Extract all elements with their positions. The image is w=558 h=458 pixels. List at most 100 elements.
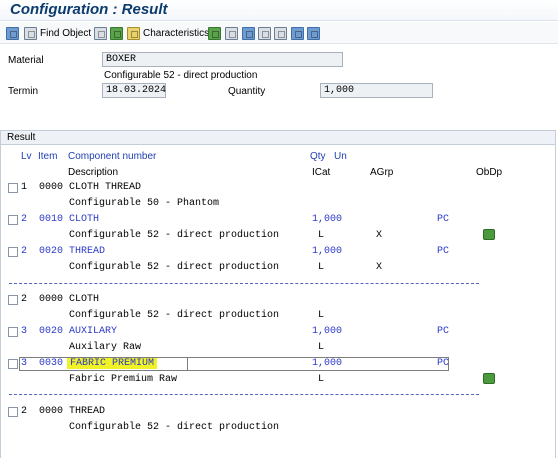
cursor-divider [187, 357, 188, 371]
row-checkbox[interactable] [8, 215, 18, 225]
object-dependency-icon[interactable] [483, 229, 495, 240]
row-icat: L [318, 374, 325, 385]
row-item: 0030 [39, 358, 64, 369]
row-component[interactable]: CLOTH [69, 294, 99, 305]
copy-icon-glyph [258, 26, 271, 40]
row-icat: L [318, 262, 325, 273]
filter-icon[interactable] [291, 25, 304, 41]
settings-icon[interactable] [274, 25, 287, 41]
row-description: Auxilary Raw [69, 342, 142, 353]
row-icat: L [318, 230, 325, 241]
row-agrp: X [376, 262, 383, 273]
row-component[interactable]: AUXILARY [69, 326, 117, 337]
document-icon-glyph [225, 26, 238, 40]
refresh-icon-glyph [208, 26, 221, 40]
row-qty: 1,000 [312, 358, 343, 369]
row-agrp: X [376, 230, 383, 241]
row-qty: 1,000 [312, 214, 343, 225]
row-qty: 1,000 [312, 246, 343, 257]
row-item: 0000 [39, 294, 64, 305]
expand-icon[interactable] [110, 25, 123, 41]
row-qty: 1,000 [312, 326, 343, 337]
material-label: Material [8, 55, 44, 66]
col-component: Component number [68, 151, 157, 162]
row-description: Configurable 52 - direct production [69, 262, 280, 273]
row-item: 0000 [39, 182, 64, 193]
tools-icon[interactable] [307, 25, 320, 41]
row-lv: 2 [21, 214, 28, 225]
row-lv: 2 [21, 406, 28, 417]
row-component[interactable]: FABRIC PREMIUM [67, 358, 158, 369]
object-dependency-icon[interactable] [483, 373, 495, 384]
termin-field[interactable]: 18.03.2024 [102, 83, 166, 98]
row-component[interactable]: THREAD [69, 406, 105, 417]
row-description: Configurable 52 - direct production [69, 310, 280, 321]
funnel-icon [291, 26, 304, 40]
row-checkbox[interactable] [8, 183, 18, 193]
row-unit: PC [437, 326, 450, 337]
gear-icon [274, 26, 287, 40]
row-description: Configurable 52 - direct production [69, 230, 280, 241]
find-object-label: Find Object [40, 27, 92, 39]
structure-icon[interactable] [6, 25, 19, 41]
col-description: Description [68, 167, 119, 178]
row-unit: PC [437, 214, 450, 225]
row-checkbox[interactable] [8, 247, 18, 257]
wrench-icon [307, 26, 320, 40]
col-agrp: AGrp [370, 167, 394, 178]
info-icon[interactable] [242, 25, 255, 41]
quantity-field[interactable]: 1,000 [320, 83, 433, 98]
pencil-icon [127, 26, 140, 40]
grid-icon [94, 26, 107, 40]
row-unit: PC [437, 358, 450, 369]
row-lv: 2 [21, 294, 28, 305]
row-lv: 3 [21, 326, 28, 337]
row-component[interactable]: CLOTH THREAD [69, 182, 141, 193]
result-section-label: Result [1, 131, 555, 145]
refresh-icon[interactable] [208, 25, 221, 41]
row-item: 0000 [39, 406, 64, 417]
characteristics-label: Characteristics [143, 27, 210, 39]
termin-label: Termin [8, 86, 39, 97]
quantity-label: Quantity [228, 86, 266, 97]
col-lv: Lv [21, 151, 32, 162]
row-lv: 1 [21, 182, 28, 193]
col-item: Item [38, 151, 58, 162]
row-description: Configurable 50 - Phantom [69, 198, 220, 209]
row-unit: PC [437, 246, 450, 257]
row-icat: L [318, 342, 325, 353]
binoculars-icon [24, 26, 37, 40]
row-item: 0020 [39, 246, 64, 257]
material-description: Configurable 52 - direct production [104, 70, 258, 81]
col-un: Un [334, 151, 347, 162]
result-panel: Result Lv Item Component number Qty Un D… [0, 130, 556, 458]
material-field[interactable]: BOXER [102, 52, 343, 67]
col-icat: ICat [312, 167, 331, 178]
row-checkbox[interactable] [8, 327, 18, 337]
row-item: 0010 [39, 214, 64, 225]
separator-line [9, 394, 479, 395]
row-lv: 2 [21, 246, 28, 257]
row-component[interactable]: CLOTH [69, 214, 99, 225]
row-checkbox[interactable] [8, 407, 18, 417]
row-component[interactable]: THREAD [69, 246, 105, 257]
find-object-button[interactable]: Find Object [24, 25, 91, 41]
window-title: Configuration : Result [10, 1, 168, 18]
info-icon-glyph [242, 26, 255, 40]
copy-icon[interactable] [258, 25, 271, 41]
row-description: Configurable 52 - direct production [69, 422, 280, 433]
select-all-icon[interactable] [94, 25, 107, 41]
document-icon[interactable] [225, 25, 238, 41]
application-toolbar: Find Object Characteristics [0, 22, 558, 44]
row-item: 0020 [39, 326, 64, 337]
col-obdp: ObDp [476, 167, 503, 178]
row-checkbox[interactable] [8, 295, 18, 305]
row-description: Fabric Premium Raw [69, 374, 178, 385]
characteristics-button[interactable]: Characteristics [127, 25, 209, 41]
header-area: Material BOXER Configurable 52 - direct … [0, 45, 558, 128]
structure-icon-glyph [6, 26, 19, 40]
title-bar: Configuration : Result [0, 0, 558, 21]
row-checkbox[interactable] [8, 359, 18, 369]
tree-expand-icon [110, 26, 123, 40]
col-qty: Qty [310, 151, 326, 162]
